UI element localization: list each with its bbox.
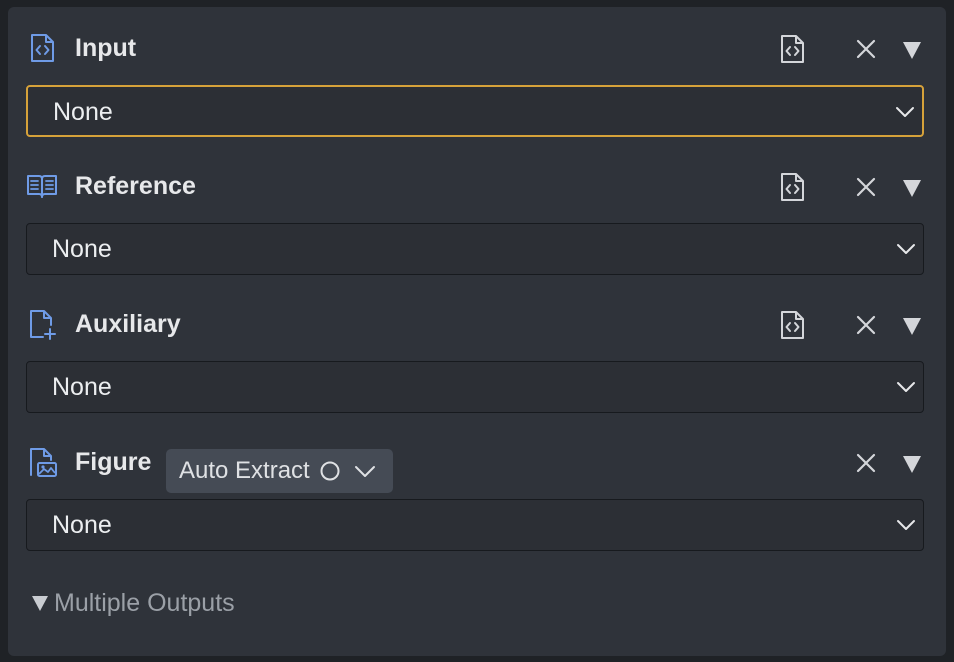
- collapse-triangle-icon[interactable]: [900, 39, 924, 61]
- code-view-icon[interactable]: [776, 33, 808, 65]
- close-icon[interactable]: [854, 451, 878, 475]
- disclosure-triangle-icon: [32, 596, 48, 611]
- close-icon[interactable]: [854, 313, 878, 337]
- code-file-icon: [31, 34, 54, 62]
- section-title: Figure: [75, 448, 152, 476]
- collapse-triangle-icon[interactable]: [900, 453, 924, 475]
- open-book-icon: [27, 175, 57, 198]
- collapse-triangle-icon[interactable]: [900, 177, 924, 199]
- select-value: None: [53, 98, 113, 126]
- circle-status-icon: [320, 461, 340, 481]
- code-view-icon[interactable]: [776, 171, 808, 203]
- auxiliary-section: Auxiliary None: [8, 283, 946, 421]
- figure-select[interactable]: None: [26, 499, 924, 551]
- select-value: None: [52, 235, 112, 263]
- select-value: None: [52, 511, 112, 539]
- section-title: Reference: [75, 172, 196, 200]
- section-title: Auxiliary: [75, 310, 181, 338]
- figure-section: Figure Auto Extract None: [8, 421, 946, 559]
- close-icon[interactable]: [854, 175, 878, 199]
- reference-section: Reference None: [8, 145, 946, 283]
- close-icon[interactable]: [854, 37, 878, 61]
- auxiliary-select[interactable]: None: [26, 361, 924, 413]
- chevron-down-icon: [897, 382, 915, 392]
- collapse-triangle-icon[interactable]: [900, 315, 924, 337]
- multiple-outputs-label: Multiple Outputs: [54, 589, 235, 617]
- auto-extract-label: Auto Extract: [179, 457, 310, 484]
- chevron-down-icon: [355, 466, 375, 477]
- select-value: None: [52, 373, 112, 401]
- section-title: Input: [75, 34, 137, 62]
- code-view-icon[interactable]: [776, 309, 808, 341]
- chevron-down-icon: [897, 520, 915, 530]
- image-file-icon: [30, 448, 57, 477]
- model-inputs-panel: Input None Reference None Auxiliary None…: [8, 7, 946, 656]
- chevron-down-icon: [896, 107, 914, 117]
- chevron-down-icon: [897, 244, 915, 254]
- input-section: Input None: [8, 7, 946, 145]
- add-file-icon: [30, 310, 56, 340]
- reference-select[interactable]: None: [26, 223, 924, 275]
- auto-extract-dropdown[interactable]: Auto Extract: [166, 449, 393, 493]
- input-select[interactable]: None: [26, 85, 924, 137]
